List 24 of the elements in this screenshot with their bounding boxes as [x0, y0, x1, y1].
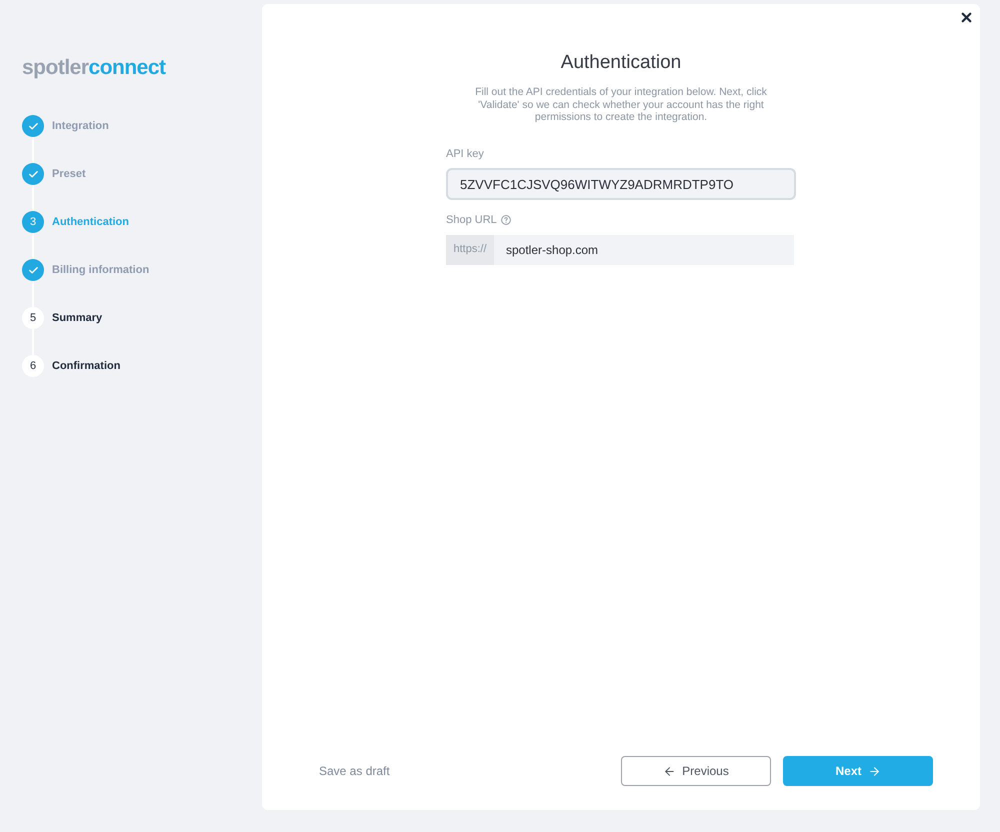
step-number: 6	[22, 355, 44, 377]
step-label[interactable]: Billing information	[52, 262, 150, 278]
next-button[interactable]: Next	[783, 756, 933, 786]
step-label[interactable]: Confirmation	[52, 358, 120, 374]
field-label: Shop URL	[446, 213, 497, 228]
arrow-right-icon	[868, 764, 880, 778]
step-label[interactable]: Preset	[52, 166, 86, 182]
dialog-description: Fill out the API credentials of your integration below. Next, click 'Validate' so we can check whether your account has the right permissions to create the integration.	[474, 86, 768, 124]
field-label: API key	[446, 146, 484, 162]
api-key-field[interactable]: 5ZVVFC1CJSVQ96WITWYZ9ADRMRDTP9TO	[446, 168, 796, 200]
close-button[interactable]	[959, 10, 974, 25]
step-label[interactable]: Authentication	[52, 214, 129, 230]
url-prefix: https://	[446, 234, 494, 264]
arrow-left-icon	[663, 764, 676, 778]
step-label[interactable]: Summary	[52, 310, 102, 326]
previous-button[interactable]: Previous	[621, 756, 771, 786]
dialog-title: Authentication	[560, 52, 682, 74]
logo: spotlerconnect	[22, 56, 166, 80]
step-label[interactable]: Integration	[52, 118, 109, 134]
save-draft-link[interactable]: Save as draft	[319, 762, 390, 780]
help-icon[interactable]	[500, 215, 511, 226]
shop-url-field[interactable]: spotler-shop.com	[494, 234, 794, 264]
step-number: 3	[22, 211, 44, 233]
step-number: 5	[22, 307, 44, 329]
